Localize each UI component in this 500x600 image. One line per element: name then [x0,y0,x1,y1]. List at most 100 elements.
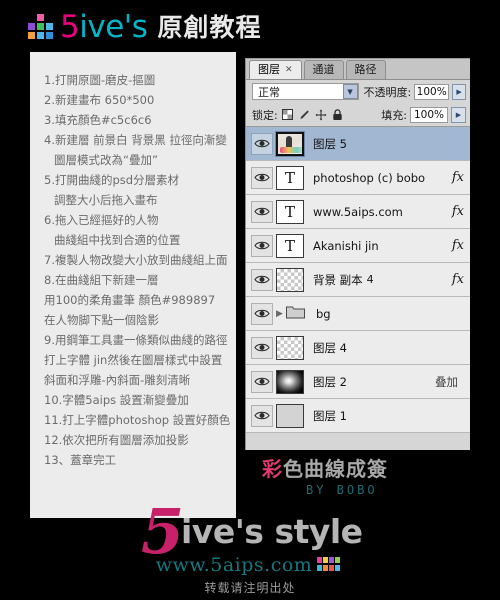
lock-all-icon[interactable] [332,108,343,121]
gradient-thumb [277,370,303,393]
layer-thumbnail[interactable] [276,403,304,428]
eye-visibility-icon[interactable] [251,404,273,427]
group-expander[interactable]: ▶ [276,304,310,323]
layer-row[interactable]: Tphotoshop (c) bobo fx [246,161,470,195]
lock-transparent-pixels-icon[interactable] [281,109,293,120]
layer-name: 图层 4 [313,340,347,355]
eye-visibility-icon[interactable] [251,132,273,155]
image-thumb [278,133,302,154]
layer-thumbnail[interactable]: T [276,165,304,190]
eye-visibility-icon[interactable] [251,336,273,359]
layer-effects-icon[interactable]: fx [452,272,464,287]
layer-row[interactable]: 图层 2 叠加 [246,365,470,399]
tutorial-step: 9.用鋼筆工具畫一條類似曲綫的路徑 [44,333,228,347]
folder-icon [285,304,305,323]
blend-mode-select[interactable]: 正常 ▼ [252,83,359,100]
tutorial-step: 曲綫組中找到合適的位置 [54,233,181,247]
layer-row[interactable]: 图层 1 [246,399,470,433]
tutorial-step: 斜面和浮雕-內斜面-雕刻清晰 [44,373,191,387]
tutorial-step: 5.打開曲綫的psd分層素材 [44,173,180,187]
layer-name: photoshop (c) bobo [313,170,426,185]
tutorial-step: 6.拖入已經摳好的人物 [44,213,159,227]
layer-effects-icon[interactable]: fx [452,238,464,253]
tab-layers[interactable]: 图层 ✕ [249,60,302,79]
footer-url-row: www.5aips.com [0,554,500,576]
layer-row[interactable]: Twww.5aips.com fx [246,195,470,229]
pixel-grid-icon [28,14,54,40]
layer-row[interactable]: 图层 5 [246,127,470,161]
footer-logo: 5 ive's style www.5aips.com 转载请注明出处 [0,501,500,596]
tab-layers-label: 图层 [258,63,280,76]
lock-label: 锁定: [252,108,278,122]
opacity-label: 不透明度: [363,85,412,99]
layer-name: Akanishi jin [313,238,379,253]
tutorial-step: 12.依次把所有圖層添加投影 [44,433,189,447]
tutorial-step: 圖層模式改為“疊加” [54,153,158,167]
layer-name: 图层 1 [313,408,347,423]
opacity-input[interactable]: 100% [414,83,450,100]
layer-thumbnail[interactable]: T [276,233,304,258]
caption-title: 彩色曲線成簽 [262,457,388,481]
artwork-caption: 彩色曲線成簽 BY BOBO [262,457,388,497]
chevron-right-icon[interactable]: ▶ [276,309,283,319]
tutorial-step: 調整大小后拖入畫布 [54,193,158,207]
layer-row[interactable]: 背景 副本 4 fx [246,263,470,297]
layer-list: 图层 5 Tphotoshop (c) bobo fx Twww.5aips.com f… [246,126,470,433]
eye-visibility-icon[interactable] [251,268,273,291]
layer-thumbnail[interactable] [276,335,304,360]
tutorial-step: 打上字體 jin然後在圖層樣式中設置 [44,353,223,367]
text-layer-glyph: T [284,202,295,221]
chevron-down-icon[interactable]: ▼ [342,84,358,99]
eye-visibility-icon[interactable] [251,166,273,189]
eye-visibility-icon[interactable] [251,200,273,223]
caption-title-gray: 色曲線成簽 [283,457,388,481]
fill-slider-button[interactable]: ▶ [451,106,466,123]
close-icon[interactable]: ✕ [285,61,293,79]
eye-visibility-icon[interactable] [251,370,273,393]
lock-image-pixels-icon[interactable] [298,109,310,121]
layer-thumbnail[interactable] [276,267,304,292]
tutorial-step: 用100的柔角畫筆 顏色#989897 [44,293,216,307]
layer-name: 背景 副本 [313,272,363,287]
layer-row[interactable]: 图层 4 [246,331,470,365]
text-layer-glyph: T [284,236,295,255]
blend-mode-value: 正常 [258,85,280,99]
header-logo-five: 5 [60,8,80,45]
layer-name: bg [316,306,331,321]
layer-row[interactable]: T Akanishi jin fx [246,229,470,263]
tutorial-step: 11.打上字體photoshop 設置好顏色 [44,413,231,427]
layer-blend-mode: 叠加 [435,374,458,389]
tab-channels[interactable]: 通道 [303,60,344,79]
footer-url[interactable]: www.5aips.com [156,554,313,576]
fill-label: 填充: [381,108,407,122]
layer-thumbnail[interactable]: T [276,199,304,224]
footer-pixel-grid-icon [317,557,344,573]
blend-opacity-row: 正常 ▼ 不透明度: 100% ▶ [246,80,470,103]
page-title: 原創教程 [157,12,262,42]
layer-row[interactable]: ▶ bg [246,297,470,331]
tutorial-step: 7.複製人物改變大小放到曲綫組上面 [44,253,228,267]
layer-thumbnail[interactable] [275,130,305,157]
eye-visibility-icon[interactable] [251,234,273,257]
transparent-thumb [277,268,303,291]
tutorial-step: 8.在曲綫組下新建一層 [44,273,159,287]
text-layer-glyph: T [284,168,295,187]
fill-input[interactable]: 100% [410,106,448,123]
layer-name: 图层 2 [313,374,347,389]
opacity-slider-button[interactable]: ▶ [452,83,466,100]
tutorial-panel: 1.打開原圖-磨皮-摳圖 2.新建畫布 650*500 3.填充顏色#c5c6c6 4… [30,52,236,518]
tab-channels-label: 通道 [312,63,335,76]
layer-effects-icon[interactable]: fx [452,204,464,219]
tutorial-step: 1.打開原圖-磨皮-摳圖 [44,73,156,87]
tab-paths[interactable]: 路径 [345,60,386,79]
eye-visibility-icon[interactable] [251,302,273,325]
tutorial-step: 在人物脚下點一個陰影 [44,313,159,327]
solid-thumb [277,404,303,427]
layers-panel: 图层 ✕ 通道 路径 正常 ▼ 不透明度: 100% ▶ 锁定: 填充: 100… [245,58,470,450]
tutorial-step: 2.新建畫布 650*500 [44,93,155,107]
tutorial-step: 13、蓋章完工 [44,453,117,467]
layer-effects-icon[interactable]: fx [452,170,464,185]
lock-position-icon[interactable] [315,109,327,121]
layer-thumbnail[interactable] [276,369,304,394]
lock-buttons-group [281,108,343,121]
